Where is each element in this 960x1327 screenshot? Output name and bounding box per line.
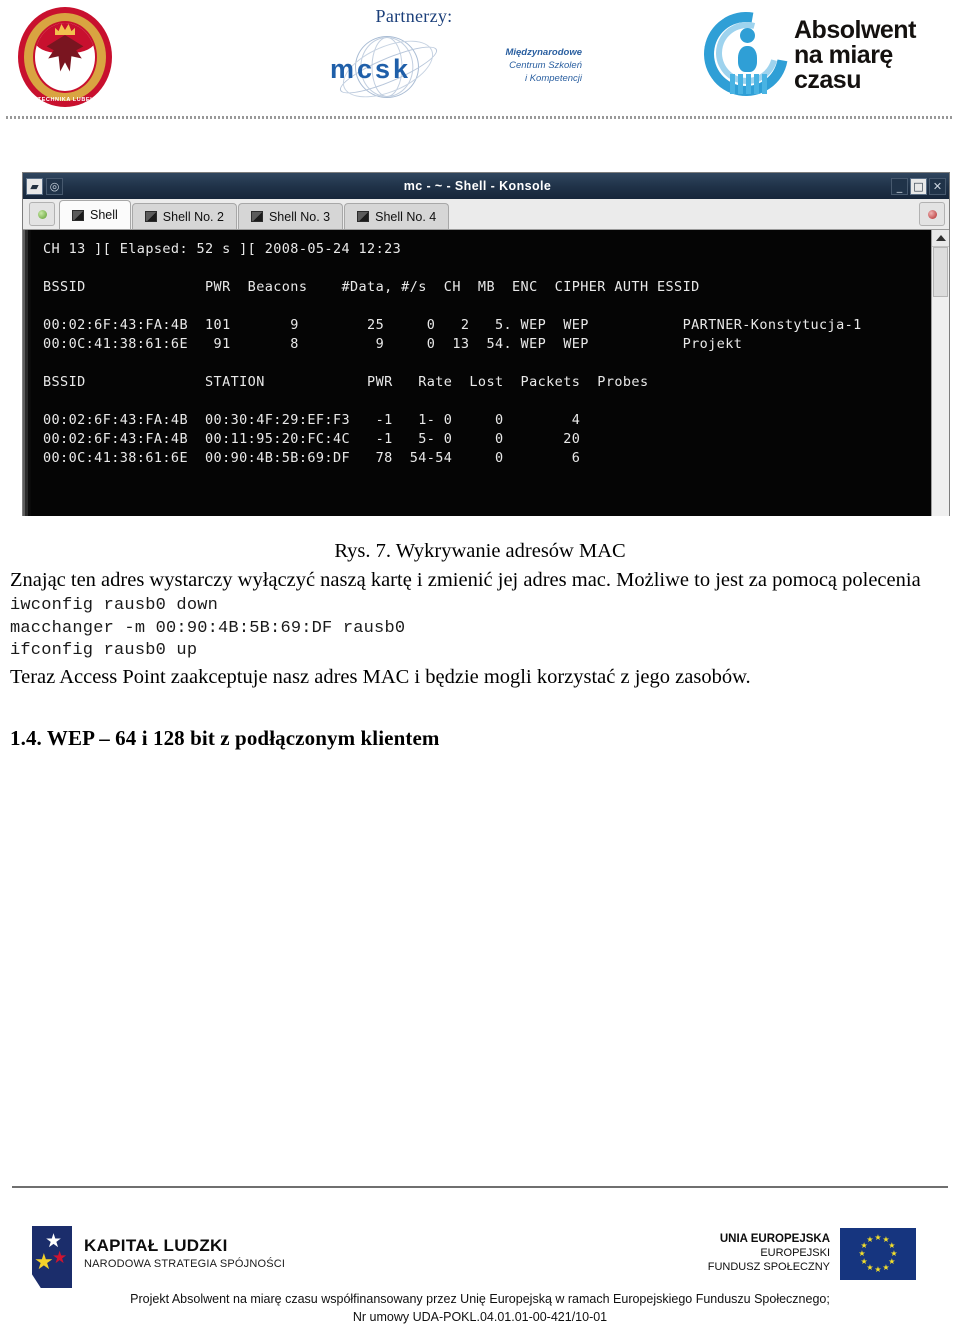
eu-star-icon: ★ [874, 1233, 882, 1242]
new-session-icon [37, 209, 47, 219]
chevron-up-icon [935, 235, 946, 241]
tab-shell-no-4-label: Shell No. 4 [375, 209, 437, 224]
window-title: mc - ~ - Shell - Konsole [403, 179, 552, 193]
code-line-3: ifconfig rausb0 up [10, 641, 198, 660]
document-body: Rys. 7. Wykrywanie adresów MAC Znając te… [10, 538, 950, 751]
terminal-icon [72, 209, 84, 221]
ap-row: 00:02:6F:43:FA:4B 101 9 25 0 2 5. WEP WE… [43, 317, 862, 333]
close-button[interactable]: ✕ [929, 177, 946, 195]
mcsk-subtitle: Międzynarodowe Centrum Szkoleń i Kompete… [442, 46, 582, 85]
terminal-scrollbar[interactable] [931, 230, 949, 516]
eu-line1: UNIA EUROPEJSKA [719, 1233, 830, 1245]
code-line-1: iwconfig rausb0 down [10, 596, 219, 615]
tab-shell-no-4[interactable]: Shell No. 4 [344, 203, 450, 229]
minimize-button[interactable]: _ [891, 177, 908, 195]
tab-shell-no-2[interactable]: Shell No. 2 [131, 203, 237, 229]
kapital-ludzki-title: KAPITAŁ LUDZKI [84, 1236, 228, 1255]
terminal-screen[interactable]: CH 13 ][ Elapsed: 52 s ][ 2008-05-24 12:… [31, 230, 931, 516]
eu-line3: FUNDUSZ SPOŁECZNY [707, 1261, 830, 1273]
mcsk-subtitle-line3: i Kompetencji [524, 73, 582, 84]
figure-caption: Rys. 7. Wykrywanie adresów MAC [334, 540, 626, 562]
mcsk-subtitle-line2: Centrum Szkoleń [509, 60, 582, 71]
eu-star-icon: ★ [866, 1235, 874, 1245]
page-footer: ★ ★ ★ KAPITAŁ LUDZKI NARODOWA STRATEGIA … [0, 1186, 960, 1327]
bars-icon [730, 74, 767, 94]
section-heading: 1.4. WEP – 64 i 128 bit z podłączonym kl… [10, 725, 440, 750]
scrollbar-thumb[interactable] [933, 247, 948, 297]
maximize-button[interactable]: □ [910, 177, 927, 195]
ap-row: 00:0C:41:38:61:6E 91 8 9 0 13 54. WEP WE… [43, 336, 743, 352]
header-logos: POLITECHNIKA LUBELSKA Partnerzy: mcsk Mi… [0, 0, 960, 115]
eu-star-icon: ★ [874, 1265, 882, 1274]
tab-shell-no-3-label: Shell No. 3 [268, 209, 331, 224]
terminal-left-edge [23, 230, 31, 516]
footer-text-line1: Projekt Absolwent na miarę czasu współfi… [130, 1292, 830, 1306]
window-settings-icon[interactable]: ◎ [46, 177, 63, 195]
header-divider [6, 116, 954, 119]
airodump-status-line: CH 13 ][ Elapsed: 52 s ][ 2008-05-24 12:… [43, 241, 402, 257]
eu-logo-text: UNIA EUROPEJSKA EUROPEJSKI FUNDUSZ SPOŁE… [700, 1232, 830, 1274]
tab-shell-no-3[interactable]: Shell No. 3 [237, 203, 344, 229]
tab-shell-no-2-label: Shell No. 2 [162, 209, 224, 224]
tabbar-spacer [450, 228, 917, 229]
konsole-window: ▰ ◎ mc - ~ - Shell - Konsole _ □ ✕ Shell… [22, 172, 950, 516]
partners-label: Partnerzy: [375, 6, 453, 26]
seal-caption-ring: POLITECHNIKA LUBELSKA [18, 7, 112, 107]
kapital-ludzki-logo: ★ ★ ★ KAPITAŁ LUDZKI NARODOWA STRATEGIA … [32, 1226, 332, 1288]
politechnika-lubelska-seal: POLITECHNIKA LUBELSKA [18, 7, 112, 107]
absolwent-line2: na miarę [794, 41, 893, 69]
close-session-button[interactable] [919, 202, 945, 226]
absolwent-wordmark: Absolwent na miarę czasu [794, 18, 916, 93]
absolwent-logo: Absolwent na miarę czasu [687, 0, 930, 113]
seal-caption-text: POLITECHNIKA LUBELSKA [22, 97, 108, 103]
body-paragraph: Znając ten adres wystarczy wyłączyć nasz… [10, 569, 921, 591]
body-paragraph-after: Teraz Access Point zaakceptuje nasz adre… [10, 665, 751, 688]
station-row: 00:0C:41:38:61:6E 00:90:4B:5B:69:DF 78 5… [43, 450, 581, 466]
terminal-icon [250, 211, 263, 222]
station-row: 00:02:6F:43:FA:4B 00:30:4F:29:EF:F3 -1 1… [43, 412, 581, 428]
star-yellow-icon: ★ [34, 1249, 54, 1274]
konsole-body: CH 13 ][ Elapsed: 52 s ][ 2008-05-24 12:… [23, 230, 949, 516]
eu-star-icon: ★ [860, 1257, 868, 1266]
station-row: 00:02:6F:43:FA:4B 00:11:95:20:FC:4C -1 5… [43, 431, 581, 447]
eu-logo: UNIA EUROPEJSKA EUROPEJSKI FUNDUSZ SPOŁE… [700, 1228, 916, 1286]
mcsk-wordmark: mcsk [330, 54, 412, 84]
terminal-icon [144, 211, 157, 222]
footer-text-line2: Nr umowy UDA-POKL.04.01.01-00-421/10-01 [352, 1310, 608, 1324]
kapital-ludzki-mark-icon: ★ ★ ★ [32, 1226, 72, 1288]
window-menu-icon[interactable]: ▰ [26, 177, 43, 195]
footer-divider [12, 1186, 948, 1188]
code-line-2: macchanger -m 00:90:4B:5B:69:DF rausb0 [10, 618, 406, 638]
absolwent-line3: czasu [794, 66, 861, 94]
new-session-button[interactable] [29, 202, 55, 226]
page-header: POLITECHNIKA LUBELSKA Partnerzy: mcsk Mi… [0, 0, 960, 122]
eu-star-icon: ★ [858, 1249, 866, 1258]
konsole-tabbar[interactable]: Shell Shell No. 2 Shell No. 3 Shell No. … [23, 199, 949, 230]
footer-funding-text: Projekt Absolwent na miarę czasu współfi… [0, 1290, 960, 1326]
konsole-titlebar[interactable]: ▰ ◎ mc - ~ - Shell - Konsole _ □ ✕ [23, 173, 949, 199]
tab-shell[interactable]: Shell [59, 200, 131, 229]
terminal-icon [357, 211, 370, 222]
kapital-ludzki-subtitle: NARODOWA STRATEGIA SPÓJNOŚCI [84, 1258, 286, 1270]
mcsk-logo: mcsk Międzynarodowe Centrum Szkoleń i Ko… [330, 29, 582, 109]
star-red-icon: ★ [52, 1248, 68, 1267]
close-session-icon [927, 209, 937, 219]
ap-table-header: BSSID PWR Beacons #Data, #/s CH MB ENC C… [43, 279, 700, 295]
window-controls[interactable]: _ □ ✕ [889, 177, 946, 195]
station-table-header: BSSID STATION PWR Rate Lost Packets Prob… [43, 374, 649, 390]
eu-line2: EUROPEJSKI [760, 1247, 830, 1259]
person-head-icon [740, 28, 755, 43]
person-body-icon [738, 46, 757, 72]
eu-flag-icon: ★ ★ ★ ★ ★ ★ ★ ★ ★ ★ ★ ★ [840, 1228, 916, 1280]
mcsk-subtitle-line1: Międzynarodowe [505, 47, 582, 58]
tab-shell-label: Shell [90, 208, 118, 222]
eu-star-icon: ★ [882, 1262, 890, 1272]
absolwent-line1: Absolwent [794, 16, 916, 44]
scroll-up-button[interactable] [932, 230, 949, 247]
